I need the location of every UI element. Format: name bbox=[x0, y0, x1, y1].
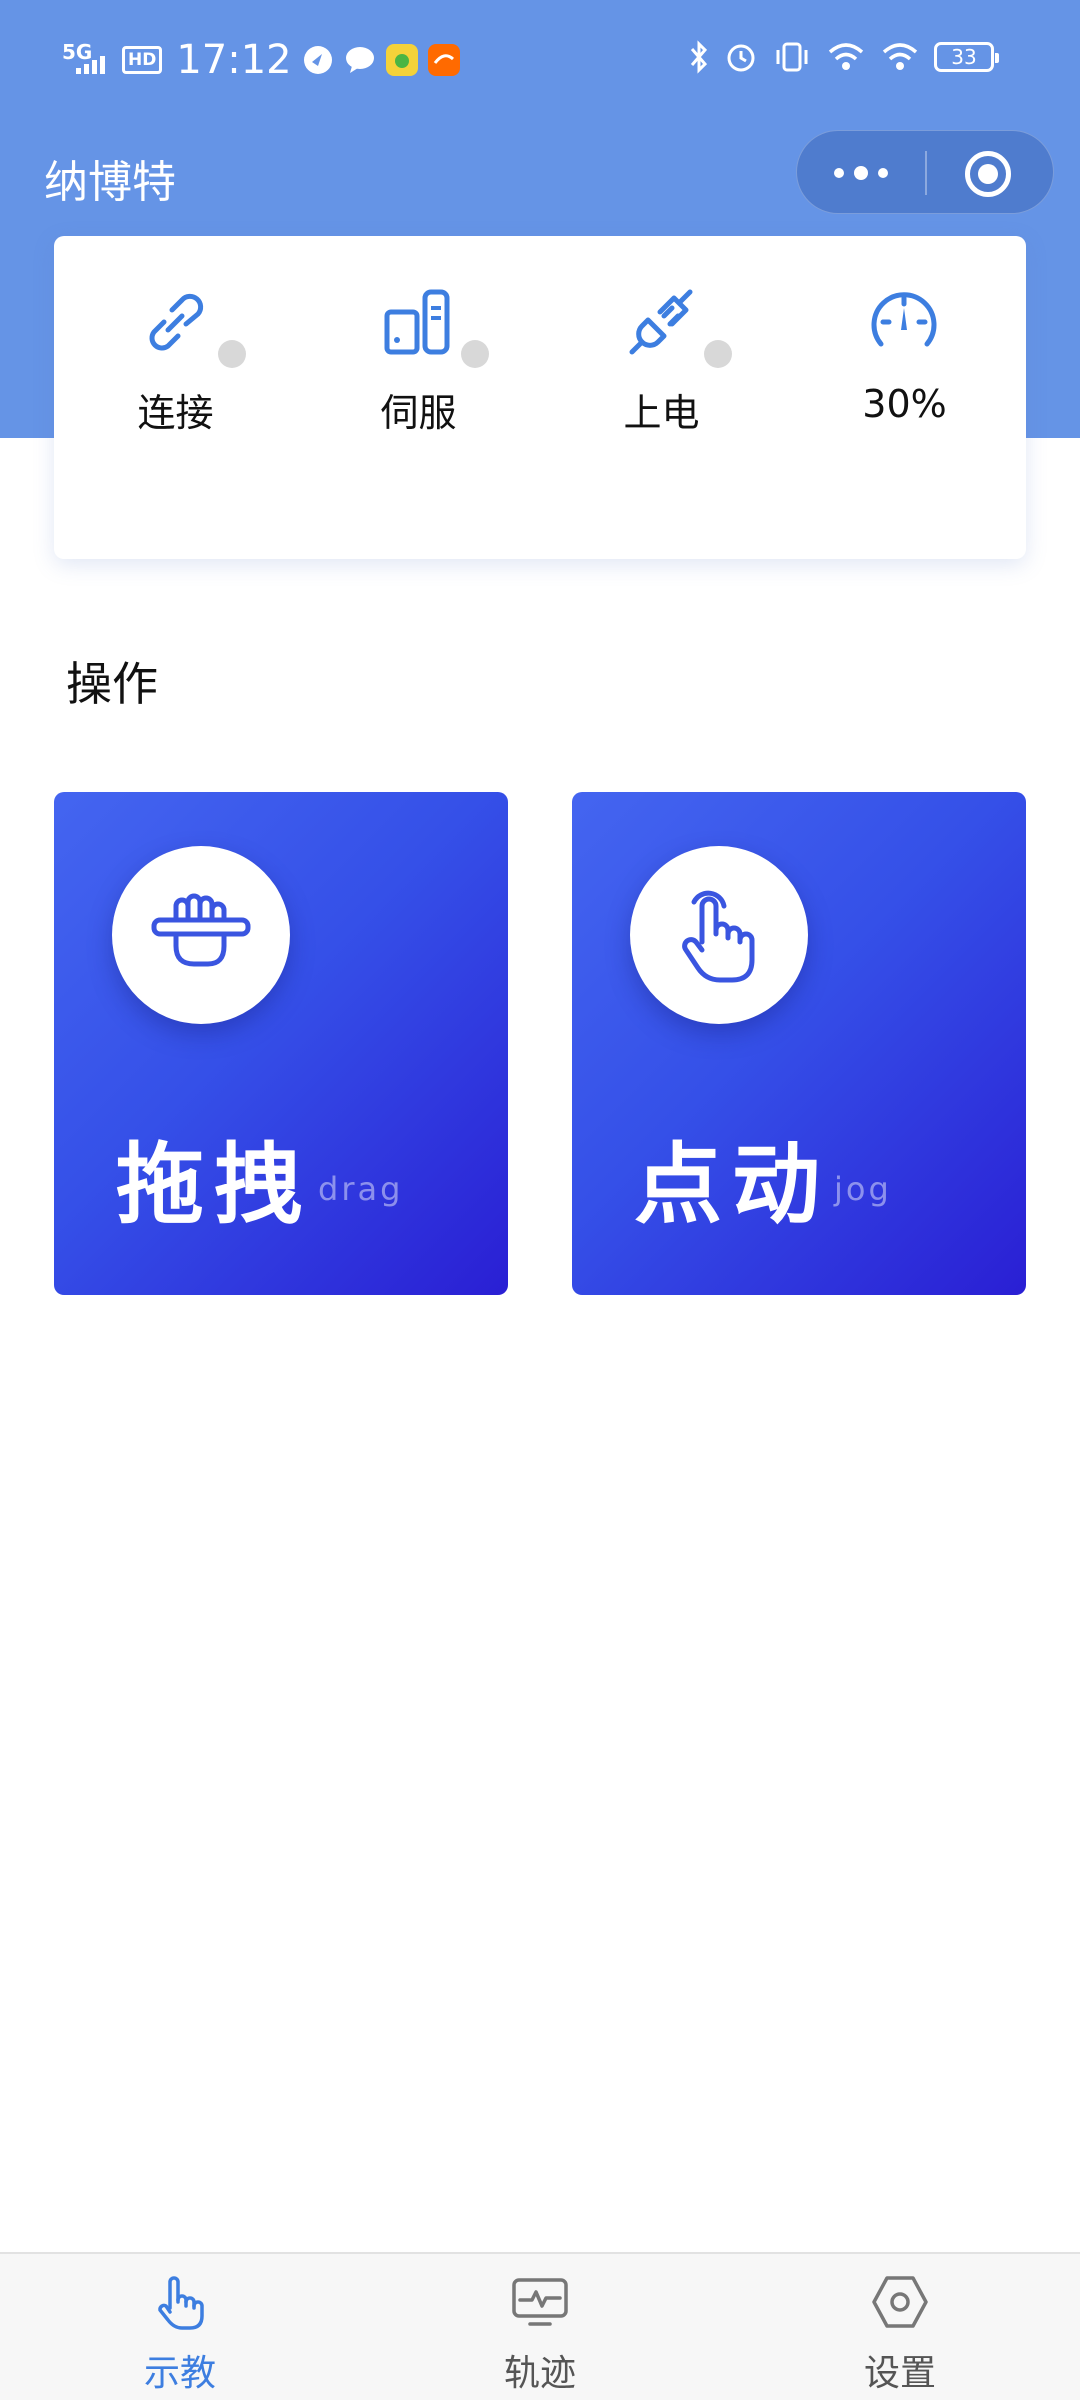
status-bar-left: 5G HD 17:12 bbox=[62, 38, 460, 82]
page-title: 纳博特 bbox=[44, 157, 176, 208]
hex-nut-settings-icon bbox=[872, 2276, 928, 2328]
bottom-tab-bar: 示教 轨迹 设置 bbox=[0, 2252, 1080, 2400]
tab-label: 轨迹 bbox=[503, 2353, 576, 2394]
more-options-button[interactable] bbox=[797, 131, 925, 215]
miniprogram-capsule bbox=[796, 130, 1054, 214]
notification-app-icon-2 bbox=[385, 44, 418, 76]
jog-mode-card[interactable]: 点动 jog bbox=[572, 792, 1026, 1295]
drag-label: 拖拽 bbox=[116, 1133, 313, 1236]
jog-icon-badge bbox=[630, 846, 808, 1024]
vibrate-icon bbox=[776, 42, 808, 72]
tab-label: 示教 bbox=[143, 2353, 216, 2394]
bluetooth-icon bbox=[690, 40, 708, 74]
tab-label: 设置 bbox=[863, 2353, 936, 2394]
tab-settings[interactable]: 设置 bbox=[800, 2254, 1000, 2400]
battery-icon: 33 bbox=[934, 42, 999, 72]
tab-trajectory[interactable]: 轨迹 bbox=[440, 2254, 640, 2400]
status-bar-right: 33 bbox=[688, 40, 999, 74]
system-status-bar: 5G HD 17:12 33 bbox=[0, 0, 1080, 120]
drag-sublabel: drag bbox=[318, 1170, 404, 1208]
robot-status-card: 连接 伺服 上电 30% bbox=[54, 236, 1026, 559]
hd-badge: HD bbox=[122, 46, 163, 74]
servo-icon bbox=[384, 289, 450, 355]
status-label: 连接 bbox=[137, 391, 214, 435]
status-connect[interactable]: 连接 bbox=[54, 236, 297, 436]
link-icon bbox=[149, 293, 204, 351]
page: 5G HD 17:12 33 纳博特 连接 伺服 上电 30% 操作 拖拽 dr… bbox=[0, 0, 1080, 2400]
drag-icon-badge bbox=[112, 846, 290, 1024]
tab-teach[interactable]: 示教 bbox=[80, 2254, 280, 2400]
tap-hand-icon bbox=[682, 890, 755, 983]
capsule-divider bbox=[925, 151, 927, 195]
trajectory-monitor-icon bbox=[512, 2278, 568, 2326]
jog-label: 点动 bbox=[634, 1133, 831, 1236]
status-servo[interactable]: 伺服 bbox=[297, 236, 540, 436]
power-indicator bbox=[704, 340, 732, 368]
wifi-icon-secondary bbox=[882, 43, 918, 70]
section-title: 操作 bbox=[66, 657, 158, 711]
close-miniprogram-button[interactable] bbox=[965, 151, 1011, 197]
battery-level: 33 bbox=[951, 45, 977, 69]
clock: 17:12 bbox=[176, 37, 292, 83]
speed-value: 30% bbox=[862, 382, 947, 426]
notification-app-icon-1 bbox=[302, 44, 334, 76]
hand-pointer-icon bbox=[158, 2276, 204, 2330]
status-label: 上电 bbox=[623, 391, 700, 435]
connect-indicator bbox=[218, 340, 246, 368]
message-bubble-icon bbox=[344, 44, 376, 76]
more-dot-icon bbox=[854, 166, 868, 180]
status-label: 伺服 bbox=[380, 391, 457, 435]
more-dot-icon bbox=[878, 168, 888, 178]
servo-indicator bbox=[461, 340, 489, 368]
cellular-signal-icon: 5G bbox=[62, 42, 112, 78]
jog-sublabel: jog bbox=[834, 1170, 892, 1208]
alarm-icon bbox=[727, 44, 755, 72]
wifi-icon bbox=[828, 43, 864, 70]
status-power[interactable]: 上电 bbox=[540, 236, 783, 436]
status-speed[interactable]: 30% bbox=[783, 236, 1026, 436]
power-plug-icon bbox=[629, 289, 693, 355]
speedometer-icon bbox=[871, 292, 937, 347]
grab-hand-icon bbox=[151, 893, 251, 967]
drag-mode-card[interactable]: 拖拽 drag bbox=[54, 792, 508, 1295]
notification-app-icon-3 bbox=[427, 44, 460, 76]
more-dot-icon bbox=[834, 168, 844, 178]
